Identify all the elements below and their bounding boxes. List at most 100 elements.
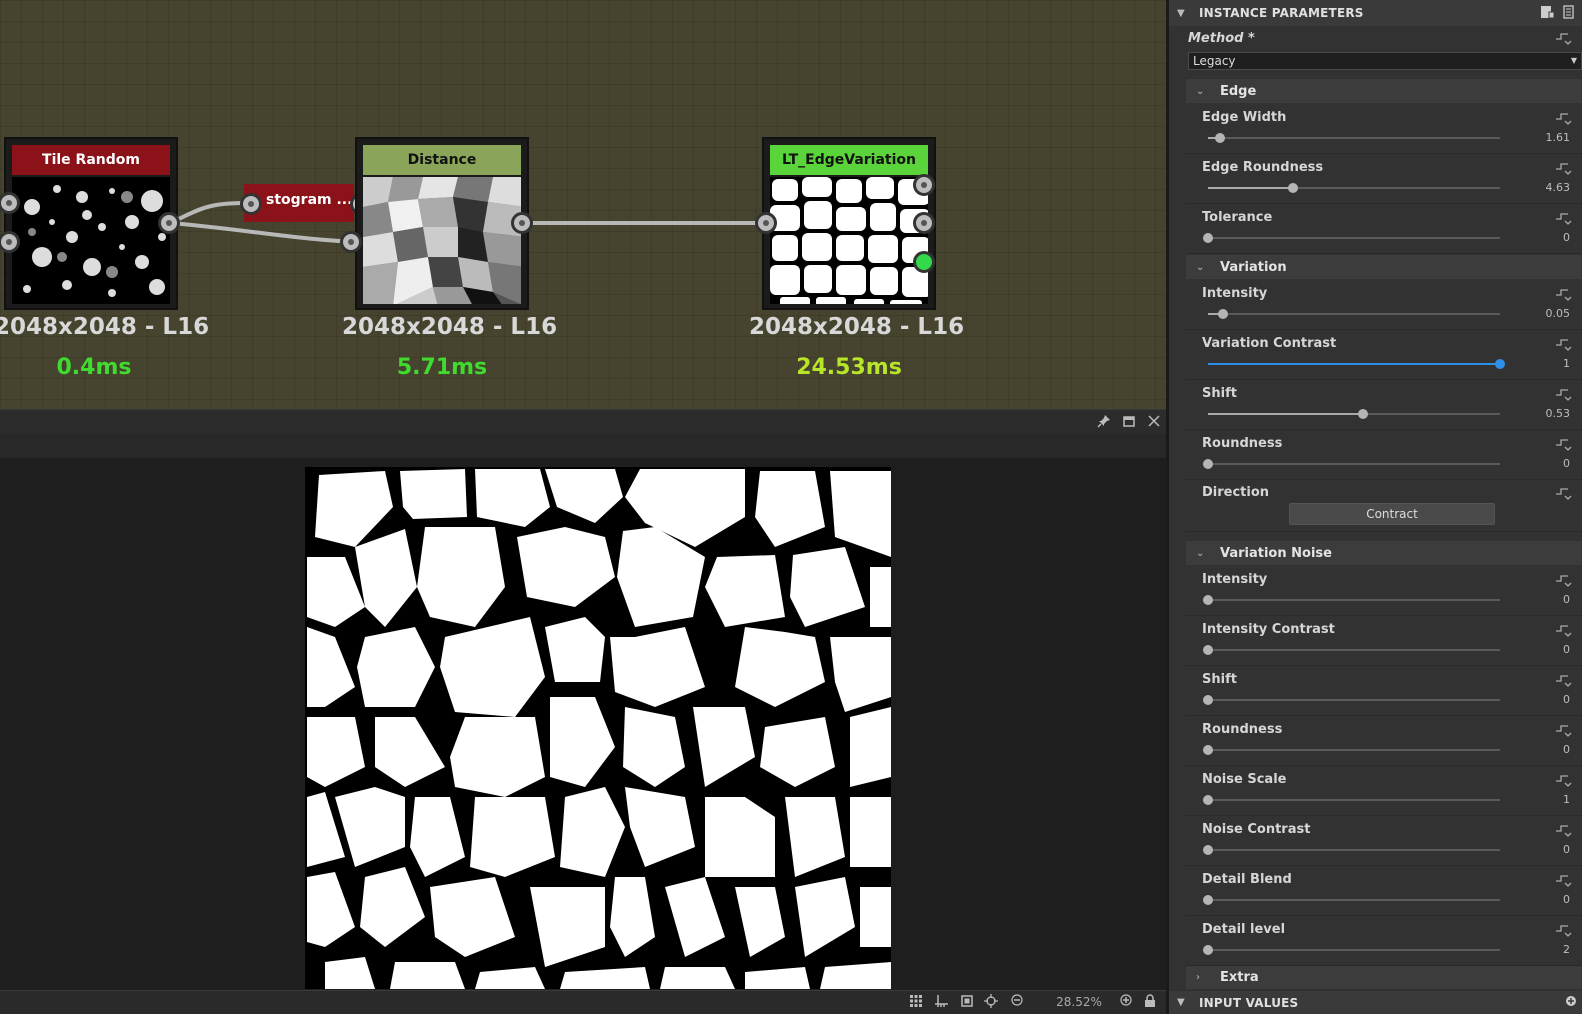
function-icon[interactable] [1554,872,1572,888]
slider-handle[interactable] [1357,409,1368,419]
input-port[interactable] [755,212,777,234]
output-port[interactable] [913,174,935,196]
group-variation-noise[interactable]: ⌄ Variation Noise [1186,541,1582,565]
viewer-image[interactable] [305,467,891,989]
function-icon[interactable] [1554,722,1572,738]
group-variation[interactable]: ⌄ Variation [1186,255,1582,279]
param-value[interactable]: 4.63 [1546,181,1571,194]
param-slider[interactable] [1203,695,1500,705]
param-slider[interactable] [1203,645,1500,655]
zoom-out-icon[interactable] [1008,994,1026,1012]
center-icon[interactable] [982,994,1000,1012]
param-value[interactable]: 0 [1563,693,1570,706]
param-slider[interactable] [1203,459,1500,469]
param-slider[interactable] [1203,745,1500,755]
slider-handle[interactable] [1203,695,1213,705]
add-icon[interactable] [1563,995,1579,1011]
slider-handle[interactable] [1203,595,1213,605]
method-select[interactable]: Legacy ▼ [1188,52,1582,70]
param-value[interactable]: 0 [1563,643,1570,656]
grid-icon[interactable] [907,994,925,1012]
slider-handle[interactable] [1203,845,1213,855]
function-icon[interactable] [1554,485,1572,501]
param-value[interactable]: 0 [1563,893,1570,906]
maximize-icon[interactable] [1121,414,1137,430]
function-icon[interactable] [1554,572,1572,588]
chevron-down-icon[interactable]: ▼ [1177,997,1189,1008]
input-port[interactable] [240,193,262,215]
node-distance[interactable]: Distance [355,137,529,310]
node-graph[interactable]: Tile Random 2048x2048 - L16 0.4ms stogra… [0,0,1166,409]
node-tile-random[interactable]: Tile Random [4,137,178,310]
direction-button[interactable]: Contract [1289,503,1495,525]
zoom-in-icon[interactable] [1117,994,1135,1012]
param-value[interactable]: 0.05 [1546,307,1571,320]
output-port-active[interactable] [913,251,935,273]
param-slider[interactable] [1208,183,1500,193]
slider-handle[interactable] [1203,895,1213,905]
lock-icon[interactable] [1141,994,1159,1012]
param-slider[interactable] [1203,595,1500,605]
function-icon[interactable] [1554,210,1572,226]
output-port[interactable] [511,212,533,234]
function-icon[interactable] [1554,336,1572,352]
function-icon[interactable] [1554,160,1572,176]
slider-handle[interactable] [1203,459,1213,469]
param-value[interactable]: 0 [1563,743,1570,756]
close-icon[interactable] [1146,414,1162,430]
input-values-header[interactable]: ▼ INPUT VALUES [1169,991,1582,1014]
group-edge[interactable]: ⌄ Edge [1186,79,1582,103]
slider-handle[interactable] [1495,359,1505,369]
param-slider[interactable] [1203,233,1500,243]
function-icon[interactable] [1554,30,1572,49]
slider-handle[interactable] [1287,183,1298,193]
param-slider[interactable] [1208,359,1505,369]
function-icon[interactable] [1554,436,1572,452]
param-value[interactable]: 1 [1563,793,1570,806]
function-icon[interactable] [1554,922,1572,938]
preset-icon[interactable] [1539,5,1555,21]
function-icon[interactable] [1554,110,1572,126]
param-slider[interactable] [1203,945,1500,955]
chevron-down-icon[interactable]: ▼ [1177,8,1189,19]
param-value[interactable]: 0 [1563,593,1570,606]
function-icon[interactable] [1554,772,1572,788]
param-slider[interactable] [1208,309,1500,319]
param-slider[interactable] [1203,795,1500,805]
param-row: Edge Width 1.61 [1186,104,1582,154]
slider-handle[interactable] [1203,233,1213,243]
node-lt-edgevariation[interactable]: LT_EdgeVariation [762,137,936,310]
panel-header[interactable]: ▼ INSTANCE PARAMETERS [1169,0,1582,26]
param-value[interactable]: 1.61 [1546,131,1571,144]
param-slider[interactable] [1203,845,1500,855]
fit-icon[interactable] [958,994,976,1012]
param-value[interactable]: 0 [1563,457,1570,470]
slider-handle[interactable] [1203,945,1213,955]
param-value[interactable]: 0 [1563,231,1570,244]
function-icon[interactable] [1554,672,1572,688]
document-icon[interactable] [1561,5,1577,21]
function-icon[interactable] [1554,622,1572,638]
param-value[interactable]: 1 [1563,357,1570,370]
slider-handle[interactable] [1203,795,1213,805]
slider-handle[interactable] [1217,309,1228,319]
pin-icon[interactable] [1096,414,1112,430]
param-value[interactable]: 0 [1563,843,1570,856]
param-value[interactable]: 2 [1563,943,1570,956]
function-icon[interactable] [1554,822,1572,838]
input-port[interactable] [340,231,362,253]
function-icon[interactable] [1554,286,1572,302]
slider-handle[interactable] [1203,645,1213,655]
group-extra[interactable]: › Extra [1186,965,1582,989]
slider-handle[interactable] [1214,133,1225,143]
param-slider[interactable] [1203,895,1500,905]
slider-handle[interactable] [1203,745,1213,755]
zoom-level[interactable]: 28.52% [1044,995,1114,1009]
output-port[interactable] [913,212,935,234]
ruler-icon[interactable] [933,994,951,1012]
param-slider[interactable] [1208,133,1500,143]
output-port[interactable] [158,212,180,234]
param-value[interactable]: 0.53 [1546,407,1571,420]
function-icon[interactable] [1554,386,1572,402]
param-slider[interactable] [1208,409,1500,419]
